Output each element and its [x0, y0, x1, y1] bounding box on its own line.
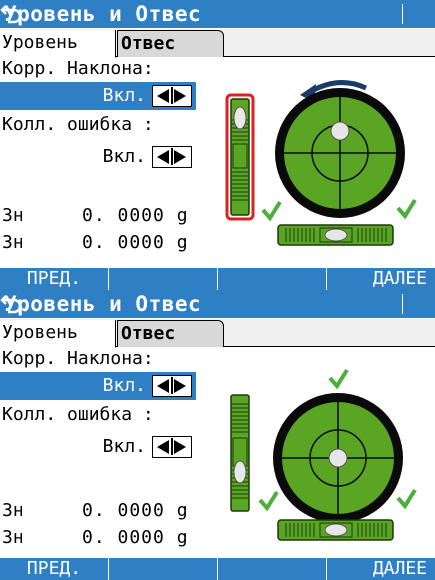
- tab-level[interactable]: Уровень: [0, 320, 116, 348]
- level-screen-1: Уровень и Отвес Уровень Отвес Корр. Накл…: [0, 0, 435, 290]
- softkey-prev[interactable]: ПРЕД.: [0, 268, 108, 290]
- collimation-error-label: Колл. ошибка :: [2, 404, 154, 425]
- title-separator: [402, 294, 403, 314]
- collimation-error-value: Вкл.: [102, 146, 146, 167]
- tab-plumb[interactable]: Отвес: [117, 30, 224, 57]
- left-right-arrows-icon[interactable]: [152, 375, 192, 397]
- left-right-arrows-icon[interactable]: [152, 436, 192, 458]
- checkmark-icon: [328, 368, 349, 390]
- tab-strip: Уровень Отвес: [0, 319, 435, 348]
- tilt-correction-value: Вкл.: [102, 375, 146, 396]
- tilt-correction-value: Вкл.: [102, 85, 146, 106]
- title-bar: Уровень и Отвес: [0, 290, 435, 318]
- softkey-bar: ПРЕД. ДАЛЕЕ: [0, 268, 435, 290]
- checkmark-icon: [396, 488, 417, 510]
- level-screen-2: Уровень и Отвес Уровень Отвес Корр. Накл…: [0, 290, 435, 580]
- horizontal-bubble-icon: [324, 228, 348, 242]
- back-arrow-icon[interactable]: [0, 2, 24, 26]
- softkey-empty[interactable]: [108, 558, 216, 580]
- back-arrow-icon[interactable]: [0, 292, 24, 316]
- reading-label: Зн:: [2, 527, 22, 548]
- tilt-correction-select[interactable]: Вкл.: [0, 82, 196, 110]
- collimation-error-select[interactable]: Вкл.: [0, 143, 196, 171]
- softkey-empty[interactable]: [217, 268, 325, 290]
- tab-level[interactable]: Уровень: [0, 30, 116, 58]
- reading-label: Зн:: [2, 500, 22, 521]
- title-bar: Уровень и Отвес: [0, 0, 435, 28]
- reading-label: Зн:: [2, 205, 22, 226]
- checkmark-icon: [261, 200, 282, 222]
- softkey-next[interactable]: ДАЛЕЕ: [326, 558, 435, 580]
- left-right-arrows-icon[interactable]: [152, 146, 192, 168]
- checkmark-icon: [396, 198, 417, 220]
- checkmark-icon: [258, 490, 279, 512]
- reading-value: 0. 0000 g: [82, 205, 189, 226]
- tilt-correction-select[interactable]: Вкл.: [0, 372, 196, 400]
- collimation-error-value: Вкл.: [102, 436, 146, 457]
- softkey-bar: ПРЕД. ДАЛЕЕ: [0, 558, 435, 580]
- tilt-correction-label: Корр. Наклона:: [2, 348, 154, 369]
- vertical-bubble-icon: [233, 106, 247, 130]
- reading-label: Зн:: [2, 232, 22, 253]
- tab-plumb[interactable]: Отвес: [117, 320, 224, 347]
- level-graphic: [220, 350, 435, 555]
- circular-bubble-icon: [328, 448, 348, 468]
- reading-value: 0. 0000 g: [82, 527, 189, 548]
- softkey-empty[interactable]: [217, 558, 325, 580]
- softkey-next[interactable]: ДАЛЕЕ: [326, 268, 435, 290]
- tab-strip: Уровень Отвес: [0, 29, 435, 58]
- level-graphic: [220, 60, 435, 265]
- softkey-empty[interactable]: [108, 268, 216, 290]
- title-separator: [402, 4, 403, 24]
- window-title: Уровень и Отвес: [4, 292, 202, 316]
- tilt-correction-label: Корр. Наклона:: [2, 58, 154, 79]
- reading-value: 0. 0000 g: [82, 500, 189, 521]
- collimation-error-label: Колл. ошибка :: [2, 114, 154, 135]
- left-right-arrows-icon[interactable]: [152, 85, 192, 107]
- vertical-bubble-icon: [233, 460, 247, 484]
- circular-bubble-icon: [330, 121, 350, 141]
- horizontal-bubble-icon: [324, 523, 348, 537]
- softkey-prev[interactable]: ПРЕД.: [0, 558, 108, 580]
- window-title: Уровень и Отвес: [4, 2, 202, 26]
- reading-value: 0. 0000 g: [82, 232, 189, 253]
- collimation-error-select[interactable]: Вкл.: [0, 433, 196, 461]
